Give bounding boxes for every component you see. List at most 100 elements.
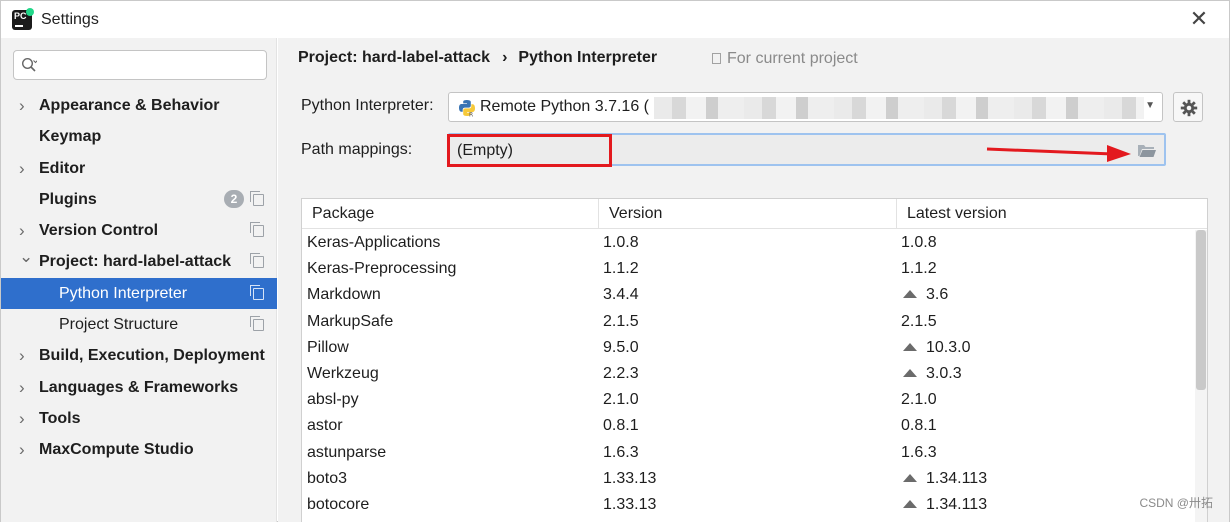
close-button[interactable]: ✕ [1187, 7, 1211, 31]
table-row[interactable]: astunparse 1.6.3 1.6.3 [302, 440, 1195, 466]
sidebar-item[interactable]: Python Interpreter [1, 277, 277, 310]
chevron-down-icon: ▼ [1145, 100, 1155, 111]
copy-icon [712, 53, 721, 64]
table-row[interactable]: astor 0.8.1 0.8.1 [302, 413, 1195, 439]
breadcrumb-page: Python Interpreter [518, 49, 658, 66]
sidebar-item-label: Project: hard-label-attack [39, 253, 232, 271]
chevron-right-icon[interactable]: › [19, 340, 31, 371]
chevron-down-icon[interactable]: ⌄ [19, 241, 33, 272]
package-name-cell: astor [307, 417, 343, 435]
table-body: Keras-Applications 1.0.8 1.0.8 Keras-Prepro… [302, 230, 1195, 518]
search-input[interactable] [13, 50, 267, 80]
sidebar-item[interactable]: › Appearance & Behavior [1, 90, 277, 121]
copy-icon [250, 190, 264, 206]
table-row[interactable]: absl-py 2.1.0 2.1.0 [302, 387, 1195, 413]
path-mappings-value: (Empty) [457, 142, 513, 159]
latest-version-cell[interactable]: 1.34.113 [901, 466, 987, 492]
version-cell: 3.4.4 [603, 286, 639, 304]
interpreter-value: Remote Python 3.7.16 ( [480, 98, 649, 115]
sidebar-item[interactable]: ⌄ Project: hard-label-attack [1, 246, 277, 277]
table-row[interactable]: Werkzeug 2.2.3 3.0.3 [302, 361, 1195, 387]
column-latest-version[interactable]: Latest version [897, 199, 1195, 229]
sidebar-item-label: Appearance & Behavior [39, 97, 220, 114]
package-name-cell: Pillow [307, 338, 349, 356]
latest-version-cell: 2.1.0 [901, 387, 937, 413]
upgrade-arrow-icon[interactable] [903, 342, 917, 351]
column-package[interactable]: Package [302, 199, 599, 229]
latest-version-cell: 2.1.5 [901, 309, 937, 335]
python-icon: R [459, 100, 475, 117]
latest-version-text: 1.34.113 [926, 495, 988, 513]
latest-version-cell[interactable]: 1.34.113 [901, 492, 987, 518]
sidebar-item[interactable]: › Version Control [1, 215, 277, 246]
sidebar-item[interactable]: › Build, Execution, Deployment [1, 340, 277, 371]
sidebar-item[interactable]: Keymap [1, 121, 277, 152]
sidebar-item[interactable]: Plugins 2 [1, 184, 277, 215]
sidebar-item[interactable]: › Languages & Frameworks [1, 372, 277, 403]
latest-version-text: 1.0.8 [901, 234, 937, 251]
upgrade-arrow-icon[interactable] [903, 368, 917, 377]
copy-icon [250, 316, 264, 332]
settings-sidebar: › Appearance & Behavior Keymap › Editor Plugi… [1, 38, 277, 522]
folder-open-icon[interactable] [1137, 142, 1157, 158]
path-mappings-highlight: (Empty) [447, 134, 612, 167]
sidebar-item-label: Project Structure [59, 316, 179, 334]
search-icon [21, 57, 37, 72]
table-row[interactable]: Markdown 3.4.4 3.6 [302, 282, 1195, 308]
sidebar-item[interactable]: › MaxCompute Studio [1, 434, 277, 465]
scrollbar-thumb[interactable] [1196, 230, 1206, 390]
chevron-right-icon[interactable]: › [19, 403, 31, 434]
upgrade-arrow-icon[interactable] [903, 499, 917, 508]
latest-version-cell[interactable]: 10.3.0 [901, 335, 970, 361]
version-cell: 0.8.1 [603, 417, 639, 435]
settings-tree: › Appearance & Behavior Keymap › Editor Plugi… [1, 90, 277, 466]
latest-version-text: 10.3.0 [926, 338, 971, 356]
package-name-cell: absl-py [307, 391, 359, 409]
sidebar-item-label: Version Control [39, 222, 159, 240]
latest-version-text: 1.6.3 [901, 443, 937, 461]
interpreter-label: Python Interpreter: [301, 97, 434, 114]
chevron-right-icon[interactable]: › [19, 372, 31, 403]
breadcrumb-project: Project: hard-label-attack [298, 49, 491, 66]
version-cell: 1.33.13 [603, 469, 657, 487]
latest-version-cell: 1.1.2 [901, 256, 937, 282]
interpreter-settings-button[interactable] [1173, 92, 1203, 122]
latest-version-cell[interactable]: 3.0.3 [901, 361, 962, 387]
version-cell: 9.5.0 [603, 338, 639, 356]
package-name-cell: astunparse [307, 443, 387, 461]
chevron-right-icon[interactable]: › [19, 153, 31, 184]
column-version[interactable]: Version [599, 199, 897, 229]
latest-version-text: 1.34.113 [926, 469, 988, 487]
upgrade-arrow-icon[interactable] [903, 473, 917, 482]
sidebar-item-label: Editor [39, 159, 86, 177]
sidebar-item-label: Plugins [39, 190, 97, 208]
redacted-area [654, 97, 1144, 119]
title-bar: PC Settings ✕ [1, 1, 1229, 38]
latest-version-text: 3.6 [926, 286, 949, 304]
table-row[interactable]: Keras-Applications 1.0.8 1.0.8 [302, 230, 1195, 256]
sidebar-item[interactable]: › Editor [1, 153, 277, 184]
sidebar-item-label: Build, Execution, Deployment [39, 347, 265, 365]
sidebar-item-label: MaxCompute Studio [39, 441, 194, 459]
vertical-scrollbar[interactable] [1195, 230, 1207, 522]
table-row[interactable]: Pillow 9.5.0 10.3.0 [302, 335, 1195, 361]
package-name-cell: Keras-Preprocessing [307, 260, 457, 278]
chevron-right-icon[interactable]: › [19, 90, 31, 121]
latest-version-cell[interactable]: 3.6 [901, 282, 948, 308]
table-row[interactable]: MarkupSafe 2.1.5 2.1.5 [302, 309, 1195, 335]
table-row[interactable]: boto3 1.33.13 1.34.113 [302, 466, 1195, 492]
chevron-right-icon[interactable]: › [19, 434, 31, 465]
sidebar-item-label: Keymap [39, 128, 102, 146]
sidebar-item-label: Tools [39, 409, 81, 427]
copy-icon [250, 222, 264, 238]
interpreter-select[interactable]: R Remote Python 3.7.16 ( ▼ [448, 92, 1163, 122]
upgrade-arrow-icon[interactable] [903, 290, 917, 299]
package-name-cell: Markdown [307, 286, 381, 304]
table-row[interactable]: botocore 1.33.13 1.34.113 [302, 492, 1195, 518]
sidebar-item[interactable]: Project Structure [1, 309, 277, 340]
interpreter-panel: Project: hard-label-attack › Python Interp… [278, 38, 1229, 522]
window-title: Settings [41, 11, 99, 28]
sidebar-item[interactable]: › Tools [1, 403, 277, 434]
breadcrumb-separator: › [502, 49, 508, 66]
table-row[interactable]: Keras-Preprocessing 1.1.2 1.1.2 [302, 256, 1195, 282]
